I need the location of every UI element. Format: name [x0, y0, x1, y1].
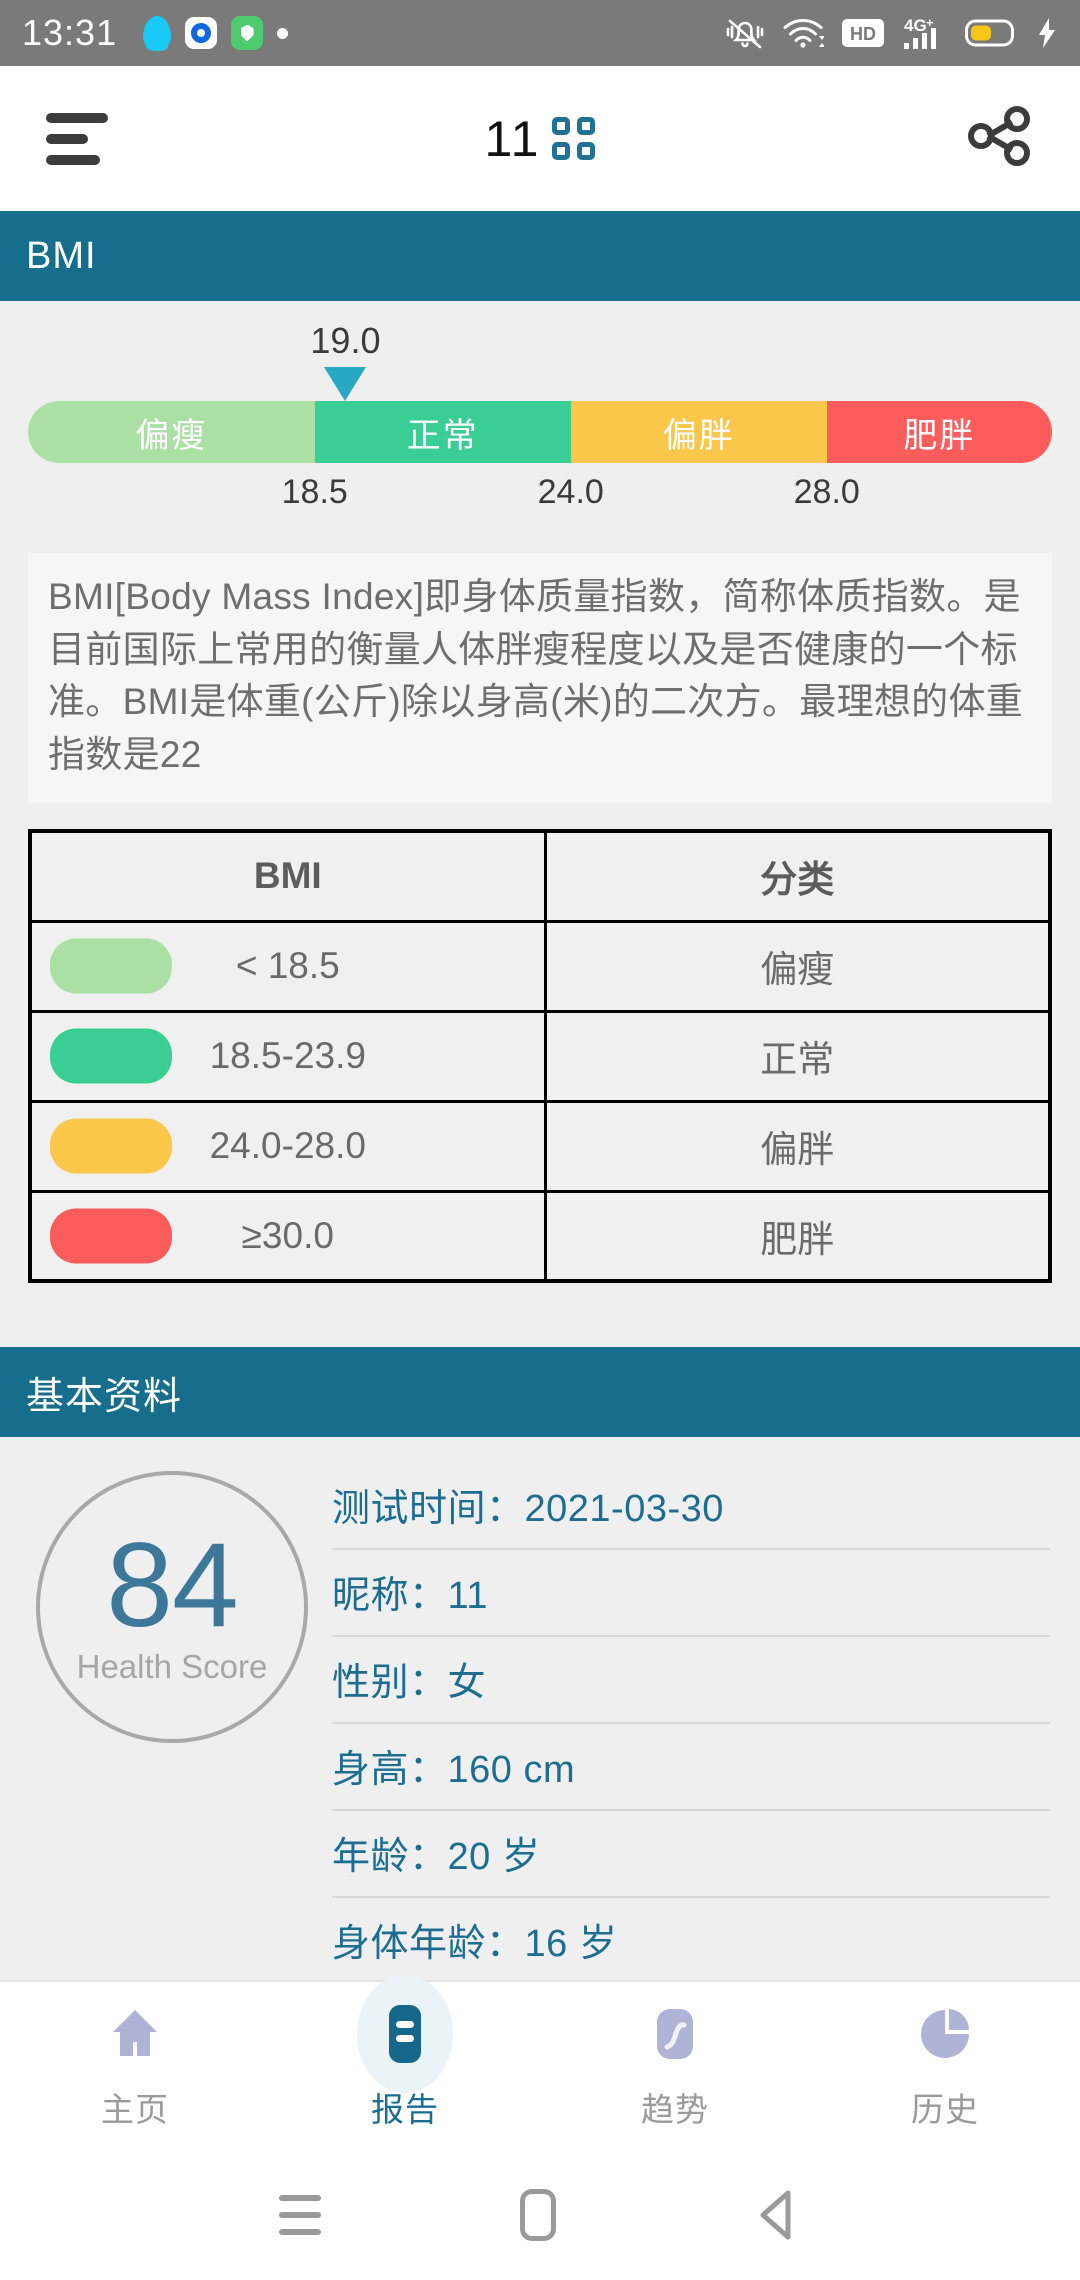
bmi-section-header-label: BMI: [26, 234, 97, 277]
home-icon: [105, 2001, 165, 2067]
bmi-gauge-tick-2: 28.0: [793, 473, 860, 511]
shield-app-icon: [231, 16, 264, 50]
color-chip-3: [50, 1208, 172, 1264]
status-bar-system-icons: HD 4G +: [725, 15, 1058, 51]
bmi-gauge: 19.0 偏瘦 正常 偏胖 肥胖 18.5 24.0 28.0: [0, 301, 1080, 539]
app-bar: 11: [0, 66, 1080, 211]
table-cell-range-3: ≥30.0: [28, 1189, 547, 1283]
bmi-gauge-tick-0: 18.5: [281, 473, 348, 511]
table-cell-category-1: 正常: [543, 1009, 1052, 1103]
basic-info: 84 Health Score 测试时间：2021-03-30 昵称：11 性别：女…: [0, 1437, 1080, 2010]
svg-text:4G: 4G: [904, 16, 927, 35]
bmi-gauge-marker: 19.0: [310, 323, 380, 401]
table-cell-category-2: 偏胖: [543, 1099, 1052, 1193]
system-navigation-bar: [0, 2150, 1080, 2280]
charging-bolt-icon: [1039, 18, 1055, 48]
back-triangle-icon[interactable]: [755, 2189, 801, 2241]
status-bar-notification-icons: [143, 16, 289, 51]
wifi-icon: [783, 18, 824, 48]
nav-item-trend[interactable]: 趋势: [540, 1982, 810, 2150]
trend-icon: [647, 2001, 703, 2067]
svg-text:HD: HD: [850, 24, 876, 44]
bmi-section-header: BMI: [0, 211, 1080, 301]
history-pie-icon: [916, 2001, 974, 2067]
grid-qr-icon[interactable]: [552, 117, 596, 160]
color-chip-2: [50, 1118, 172, 1174]
health-score: 84 Health Score: [22, 1463, 322, 1985]
share-button[interactable]: [964, 101, 1034, 176]
table-cell-range-2: 24.0-28.0: [28, 1099, 547, 1193]
hd-icon: HD: [842, 19, 884, 47]
dot-indicator-icon: [277, 27, 289, 39]
nav-item-history[interactable]: 历史: [810, 1982, 1080, 2150]
info-row-1: 昵称：11: [332, 1550, 1050, 1638]
nav-label-history: 历史: [911, 2091, 979, 2128]
color-chip-1: [50, 1028, 172, 1084]
nav-label-trend: 趋势: [641, 2091, 709, 2128]
health-score-label: Health Score: [76, 1648, 268, 1686]
page-title-text: 11: [484, 110, 541, 167]
health-score-ring: 84 Health Score: [36, 1471, 308, 1744]
color-chip-0: [50, 938, 172, 994]
bmi-gauge-segment-2: 偏胖: [570, 401, 827, 463]
home-square-icon[interactable]: [519, 2189, 556, 2241]
4g-plus-signal-icon: 4G +: [904, 15, 936, 49]
bmi-classification-table: BMI 分类 < 18.5 偏瘦 18.5-23.9 正常 24.0-28.0 偏胖 ≥30…: [28, 829, 1052, 1284]
basic-section-header-label: 基本资料: [26, 1375, 183, 1418]
table-cell-category-3: 肥胖: [543, 1189, 1052, 1283]
health-score-value: 84: [106, 1518, 238, 1653]
table-cell-range-0: < 18.5: [28, 919, 547, 1013]
page-title: 11: [0, 110, 1080, 168]
eye-app-icon: [185, 17, 218, 49]
table-cell-category-0: 偏瘦: [543, 919, 1052, 1013]
table-row: 24.0-28.0 偏胖: [28, 1099, 1052, 1193]
info-row-3: 身高：160 cm: [332, 1724, 1050, 1812]
bmi-gauge-segment-0: 偏瘦: [28, 401, 315, 463]
table-header-category: 分类: [543, 829, 1052, 923]
recents-icon[interactable]: [279, 2195, 322, 2235]
bmi-gauge-segment-3: 肥胖: [826, 401, 1052, 463]
svg-text:+: +: [926, 15, 934, 30]
basic-info-list: 测试时间：2021-03-30 昵称：11 性别：女 身高：160 cm 年龄：20 岁…: [322, 1463, 1050, 1986]
nav-label-home: 主页: [101, 2091, 169, 2128]
basic-section-header: 基本资料: [0, 1347, 1080, 1438]
bmi-gauge-marker-triangle-icon: [324, 367, 367, 401]
info-row-4: 年龄：20 岁: [332, 1811, 1050, 1899]
status-bar: 13:31 HD 4G +: [0, 0, 1080, 66]
table-row: ≥30.0 肥胖: [28, 1189, 1052, 1283]
share-icon: [968, 106, 1030, 166]
qq-penguin-icon: [143, 16, 172, 51]
bmi-gauge-marker-area: 19.0: [28, 323, 1052, 401]
hamburger-menu-icon[interactable]: [46, 112, 108, 165]
table-cell-range-1: 18.5-23.9: [28, 1009, 547, 1103]
table-row: < 18.5 偏瘦: [28, 919, 1052, 1013]
info-row-0: 测试时间：2021-03-30: [332, 1463, 1050, 1551]
nav-item-report[interactable]: 报告: [270, 1975, 540, 2150]
info-row-5: 身体年龄：16 岁: [332, 1898, 1050, 1986]
report-icon: [357, 1975, 453, 2093]
info-row-2: 性别：女: [332, 1637, 1050, 1725]
status-bar-time: 13:31: [22, 12, 118, 53]
bmi-description: BMI[Body Mass Index]即身体质量指数，简称体质指数。是目前国际…: [28, 553, 1052, 804]
mute-bell-icon: [726, 19, 764, 49]
bmi-gauge-segment-1: 正常: [314, 401, 571, 463]
bottom-navigation: 主页 报告 趋势 历史: [0, 1975, 1080, 2150]
table-row: 18.5-23.9 正常: [28, 1009, 1052, 1103]
table-header-bmi: BMI: [28, 829, 547, 923]
bmi-gauge-ticks: 18.5 24.0 28.0: [28, 467, 1052, 525]
nav-item-home[interactable]: 主页: [0, 1982, 270, 2150]
bmi-gauge-tick-1: 24.0: [537, 473, 604, 511]
battery-icon: [965, 19, 1014, 47]
table-header-row: BMI 分类: [28, 829, 1052, 923]
bmi-gauge-marker-value: 19.0: [310, 320, 381, 361]
bmi-gauge-bar: 偏瘦 正常 偏胖 肥胖: [28, 401, 1052, 463]
